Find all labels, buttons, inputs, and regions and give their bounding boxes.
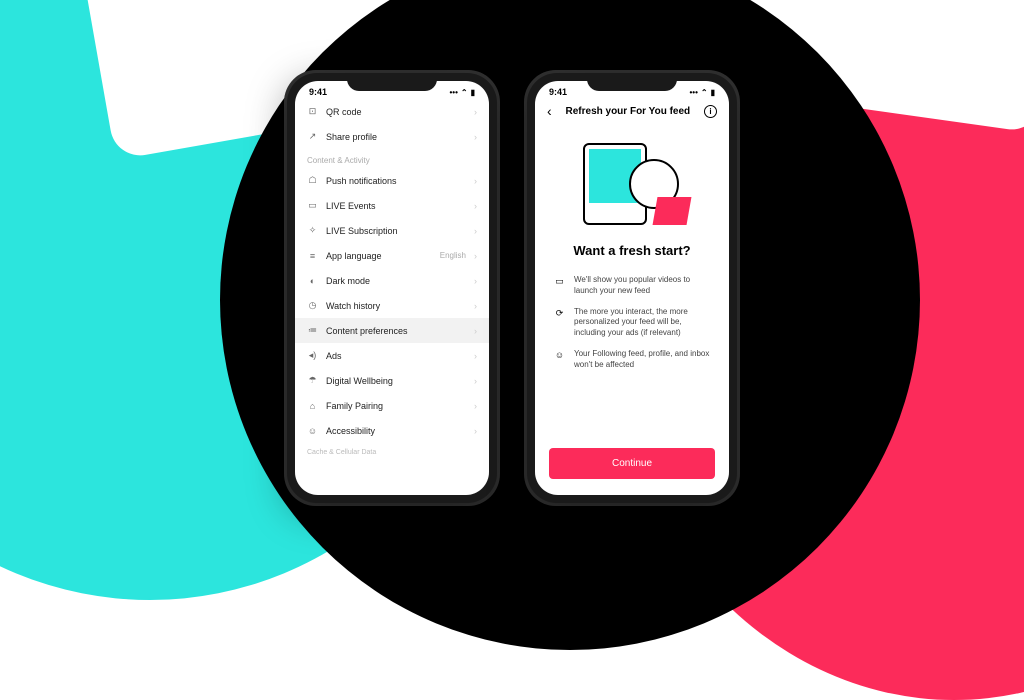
signal-icon: ••• <box>449 88 457 97</box>
row-label: LIVE Subscription <box>326 226 466 236</box>
chevron-right-icon: › <box>474 301 477 311</box>
signal-icon: ••• <box>689 88 697 97</box>
chevron-right-icon: › <box>474 401 477 411</box>
chevron-right-icon: › <box>474 176 477 186</box>
row-live-subscription[interactable]: ✧ LIVE Subscription › <box>295 218 489 243</box>
watch-history-icon: ◷ <box>307 300 318 311</box>
chevron-right-icon: › <box>474 251 477 261</box>
dark-mode-icon: ◐ <box>307 275 318 286</box>
bullet: ☺ Your Following feed, profile, and inbox… <box>553 344 711 376</box>
push-notifications-icon: ☖ <box>307 175 318 186</box>
row-label: App language <box>326 251 432 261</box>
chevron-right-icon: › <box>474 376 477 386</box>
refresh-icon: ⟳ <box>553 307 566 320</box>
chevron-right-icon: › <box>474 132 477 142</box>
row-qr-code[interactable]: ⊡ QR code › <box>295 99 489 124</box>
row-label: Family Pairing <box>326 401 466 411</box>
row-label: QR code <box>326 107 466 117</box>
chevron-right-icon: › <box>474 426 477 436</box>
headline: Want a fresh start? <box>555 243 709 258</box>
row-value: English <box>440 251 466 260</box>
qr-code-icon: ⊡ <box>307 106 318 117</box>
back-button[interactable]: ‹ <box>547 103 552 119</box>
bullet-text: The more you interact, the more personal… <box>574 307 711 339</box>
row-push-notifications[interactable]: ☖ Push notifications › <box>295 168 489 193</box>
row-label: Watch history <box>326 301 466 311</box>
page-title: Refresh your For You feed <box>566 106 691 117</box>
bullet-text: We'll show you popular videos to launch … <box>574 275 711 297</box>
row-family-pairing[interactable]: ⌂ Family Pairing › <box>295 393 489 418</box>
row-label: Ads <box>326 351 466 361</box>
footer-note: Cache & Cellular Data <box>295 443 489 462</box>
accessibility-icon: ☺ <box>307 425 318 436</box>
illustration <box>577 139 687 229</box>
row-digital-wellbeing[interactable]: ☂ Digital Wellbeing › <box>295 368 489 393</box>
row-label: Accessibility <box>326 426 466 436</box>
row-live-events[interactable]: ▭ LIVE Events › <box>295 193 489 218</box>
row-content-preferences[interactable]: ≔ Content preferences › <box>295 318 489 343</box>
info-icon[interactable]: i <box>704 105 717 118</box>
live-events-icon: ▭ <box>307 200 318 211</box>
ads-icon: ◂) <box>307 350 318 361</box>
row-label: Dark mode <box>326 276 466 286</box>
chevron-right-icon: › <box>474 276 477 286</box>
bullet: ▭ We'll show you popular videos to launch… <box>553 270 711 302</box>
video-icon: ▭ <box>553 275 566 288</box>
share-profile-icon: ↗ <box>307 131 318 142</box>
bullet-text: Your Following feed, profile, and inbox … <box>574 349 711 371</box>
section-header: Content & Activity <box>295 149 489 168</box>
row-watch-history[interactable]: ◷ Watch history › <box>295 293 489 318</box>
row-dark-mode[interactable]: ◐ Dark mode › <box>295 268 489 293</box>
phone-refresh: 9:41 ••• ⌃ ▮ ‹ Refresh your For You feed… <box>527 73 737 503</box>
digital-wellbeing-icon: ☂ <box>307 375 318 386</box>
battery-icon: ▮ <box>711 88 715 97</box>
chevron-right-icon: › <box>474 326 477 336</box>
family-pairing-icon: ⌂ <box>307 400 318 411</box>
chevron-right-icon: › <box>474 351 477 361</box>
wifi-icon: ⌃ <box>701 88 708 97</box>
status-time: 9:41 <box>549 87 567 97</box>
wifi-icon: ⌃ <box>461 88 468 97</box>
bullet: ⟳ The more you interact, the more persona… <box>553 302 711 344</box>
notch <box>587 73 677 91</box>
live-subscription-icon: ✧ <box>307 225 318 236</box>
continue-button[interactable]: Continue <box>549 448 715 479</box>
battery-icon: ▮ <box>471 88 475 97</box>
row-label: Digital Wellbeing <box>326 376 466 386</box>
row-share-profile[interactable]: ↗ Share profile › <box>295 124 489 149</box>
row-label: LIVE Events <box>326 201 466 211</box>
row-label: Content preferences <box>326 326 466 336</box>
row-label: Push notifications <box>326 176 466 186</box>
content-preferences-icon: ≔ <box>307 325 318 336</box>
phone-settings: 9:41 ••• ⌃ ▮ ⊡ QR code › ↗ Share profile › Con… <box>287 73 497 503</box>
row-ads[interactable]: ◂) Ads › <box>295 343 489 368</box>
chevron-right-icon: › <box>474 226 477 236</box>
row-label: Share profile <box>326 132 466 142</box>
app-language-icon: ≡ <box>307 250 318 261</box>
row-accessibility[interactable]: ☺ Accessibility › <box>295 418 489 443</box>
row-app-language[interactable]: ≡ App language English › <box>295 243 489 268</box>
status-time: 9:41 <box>309 87 327 97</box>
person-icon: ☺ <box>553 349 566 362</box>
chevron-right-icon: › <box>474 107 477 117</box>
chevron-right-icon: › <box>474 201 477 211</box>
notch <box>347 73 437 91</box>
